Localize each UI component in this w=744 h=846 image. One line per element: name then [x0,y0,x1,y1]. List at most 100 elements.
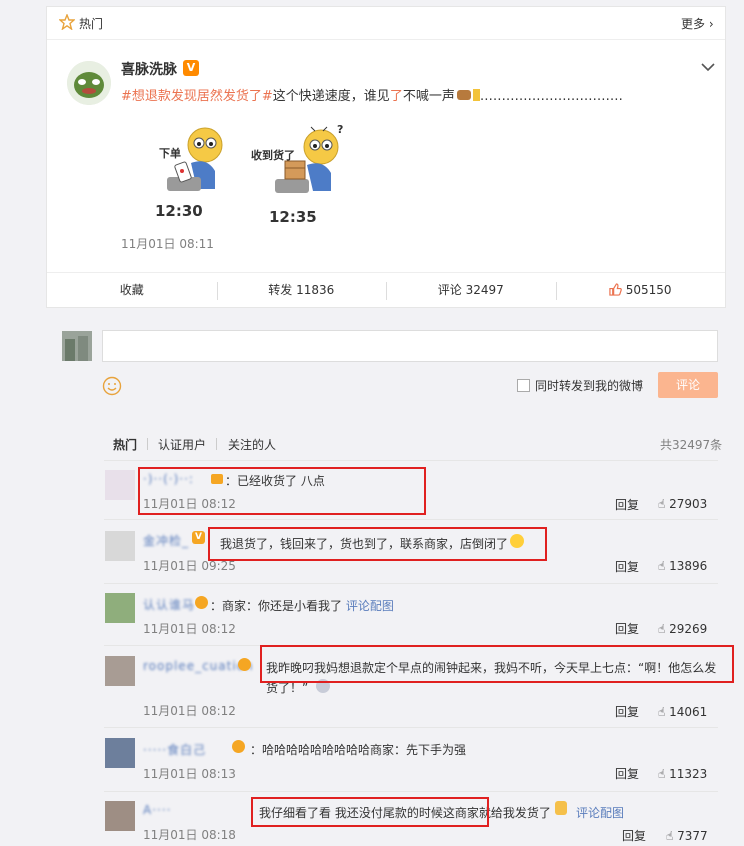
verified-badge: V [183,60,199,76]
like-button[interactable]: ☝ 29269 [658,622,707,636]
like-button[interactable]: ☝ 7377 [666,829,708,843]
divider [104,519,718,520]
avatar[interactable] [105,470,135,500]
crown-badge-icon [232,740,245,753]
like-button[interactable]: ☝ 13896 [658,559,707,573]
submit-comment-button[interactable]: 评论 [658,372,718,398]
comic-label-received: 收到货了 [251,149,295,162]
comment-time: 11月01日 08:12 [143,704,236,718]
reply-button[interactable]: 回复 [615,703,639,720]
comment-text: ：商家：你还是小看我了 评论配图 [210,597,394,614]
hashtag-link[interactable]: #想退款发现居然发货了# [121,89,273,104]
post-text-highlight: 了 [389,89,403,104]
highlight-box [138,467,426,515]
post-card: 热门 更多 › 喜脉洗脉 V #想退款发现居然发货了#这个快递速度，谁见了不喊一… [46,6,726,308]
chevron-down-icon[interactable] [701,61,715,75]
hot-header: 热门 更多 › [47,7,725,40]
comment-time: 11月01日 08:18 [143,828,236,842]
filter-verified[interactable]: 认证用户 [158,436,206,453]
hot-title: 热门 [79,17,104,31]
comment-image-link[interactable]: 评论配图 [346,599,394,613]
highlight-box [260,645,734,683]
avatar[interactable] [105,593,135,623]
filter-following[interactable]: 关注的人 [228,436,276,453]
highlight-box [208,527,547,561]
like-count: 7377 [677,829,708,843]
thumb-up-icon: ☝ [658,559,666,573]
beer-emoji-icon [472,89,480,101]
comic-time-received: 12:35 [269,208,317,226]
comment-time: 11月01日 08:12 [143,622,236,636]
divider [104,727,718,728]
like-count: 14061 [669,705,708,719]
highlight-box [251,797,489,827]
divider [216,438,217,450]
like-count: 29269 [669,622,708,636]
like-count: 505150 [625,283,672,297]
more-link[interactable]: 更多 › [681,15,714,32]
reply-button[interactable]: 回复 [615,558,639,575]
star-icon [58,13,76,33]
comment-author[interactable]: ·····食白己 [143,741,206,758]
forward-checkbox[interactable] [517,379,530,392]
comic-question-mark: ? [337,123,344,136]
post-image-1[interactable]: 下单 12:30 [147,123,237,227]
like-button[interactable]: ☝ 11323 [658,767,707,781]
collect-button[interactable]: 收藏 [47,273,217,308]
forward-button[interactable]: 转发 11836 [216,273,387,308]
filter-hot[interactable]: 热门 [113,436,137,453]
thumb-up-icon: ☝ [658,705,666,719]
like-count: 13896 [669,559,708,573]
my-avatar [62,331,92,361]
thumb-up-icon: ☝ [658,767,666,781]
comment-image-link[interactable]: 评论配图 [576,804,624,821]
divider [104,791,718,792]
comic-time-order: 12:30 [155,202,203,220]
thumbs-up-emoji-icon [555,801,567,815]
like-button[interactable]: ☝ 27903 [658,497,707,511]
cow-emoji-icon [456,90,471,100]
avatar[interactable] [105,801,135,831]
thumb-up-icon: ☝ [658,497,666,511]
smile-icon[interactable] [102,376,122,399]
crown-badge-icon [195,596,208,609]
avatar[interactable] [105,531,135,561]
like-count: 11323 [669,767,708,781]
reply-button[interactable]: 回复 [615,765,639,782]
chevron-right-icon: › [708,17,714,31]
post-text-2: 不喊一声 [402,89,455,104]
post-image-2[interactable]: ? 收到货了 12:35 [251,121,351,227]
comment-text-body: ：商家：你还是小看我了 [210,599,343,613]
thumb-up-icon [609,275,622,310]
comment-input[interactable] [102,330,718,362]
post-timestamp[interactable]: 11月01日 08:11 [121,235,214,252]
avatar[interactable] [67,61,111,105]
divider [104,460,718,461]
post-text-1: 这个快递速度，谁见 [272,89,390,104]
comment-author[interactable]: 认认谁马 [143,596,195,613]
avatar[interactable] [105,738,135,768]
like-count: 27903 [669,497,708,511]
like-button[interactable]: ☝ 14061 [658,705,707,719]
post-text: #想退款发现居然发货了#这个快递速度，谁见了不喊一声 …………………………… [121,85,623,104]
comment-time: 11月01日 08:13 [143,767,236,781]
post-author[interactable]: 喜脉洗脉 [121,59,177,79]
post-text-dots: …………………………… [479,89,623,104]
reply-button[interactable]: 回复 [615,620,639,637]
comment-author[interactable]: 金冲检_ [143,532,189,549]
reply-button[interactable]: 回复 [615,496,639,513]
comic-label-order: 下单 [159,147,181,160]
more-label: 更多 [681,17,706,31]
comment-author[interactable]: rooplee_cuation [143,659,254,673]
like-button[interactable]: 505150 [555,273,726,310]
action-bar: 收藏 转发 11836 评论 32497 505150 [47,272,725,308]
crown-badge-icon [238,658,251,671]
thumb-up-icon: ☝ [658,622,666,636]
comment-author[interactable]: A···· [143,803,171,817]
avatar[interactable] [105,656,135,686]
reply-button[interactable]: 回复 [622,827,646,844]
divider [147,438,148,450]
divider [104,583,718,584]
comment-button[interactable]: 评论 32497 [386,273,556,308]
verified-badge: V [192,531,205,544]
